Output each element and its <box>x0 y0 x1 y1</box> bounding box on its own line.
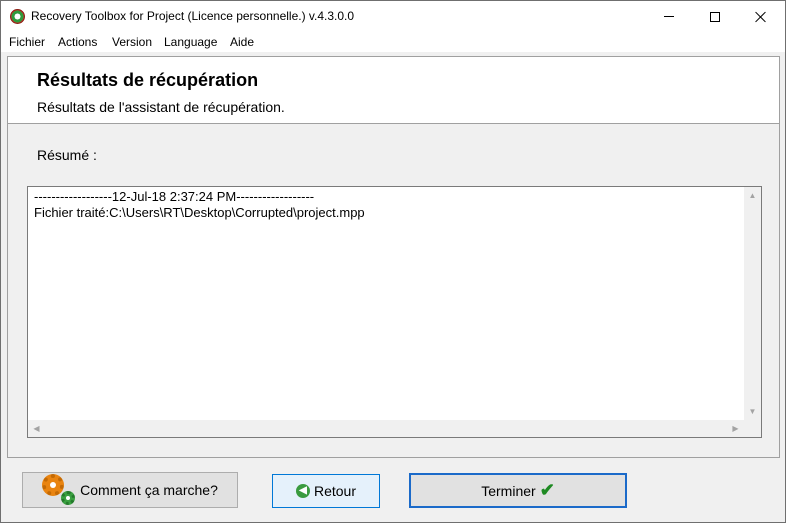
horizontal-scrollbar[interactable]: ◀ ▶ <box>28 420 744 437</box>
log-line: Fichier traité:C:\Users\RT\Desktop\Corru… <box>34 205 365 220</box>
app-window: Recovery Toolbox for Project (Licence pe… <box>0 0 786 523</box>
menu-actions[interactable]: Actions <box>58 35 97 49</box>
gear-icon <box>42 474 65 496</box>
title-bar[interactable]: Recovery Toolbox for Project (Licence pe… <box>1 1 785 32</box>
how-it-works-button[interactable]: Comment ça marche? <box>22 472 238 508</box>
back-button[interactable]: ◀ Retour <box>272 474 380 508</box>
log-line: ------------------12-Jul-18 2:37:24 PM--… <box>34 189 315 204</box>
menu-fichier[interactable]: Fichier <box>9 35 45 49</box>
scroll-left-icon[interactable]: ◀ <box>28 420 45 437</box>
scroll-down-icon[interactable]: ▼ <box>744 403 761 420</box>
checkmark-icon: ✔ <box>539 480 555 500</box>
menu-aide[interactable]: Aide <box>230 35 254 49</box>
menu-language[interactable]: Language <box>164 35 217 49</box>
back-label: Retour <box>313 483 357 499</box>
menu-version[interactable]: Version <box>112 35 152 49</box>
scrollbar-corner <box>744 420 761 437</box>
app-icon <box>10 9 25 24</box>
wizard-header: Résultats de récupération Résultats de l… <box>8 57 779 124</box>
minimize-icon <box>664 16 674 17</box>
menu-bar: Fichier Actions Version Language Aide <box>1 32 785 52</box>
page-title: Résultats de récupération <box>37 70 259 90</box>
scroll-right-icon[interactable]: ▶ <box>727 420 744 437</box>
gears-icon <box>42 474 76 506</box>
maximize-icon <box>710 11 720 22</box>
minimize-button[interactable] <box>646 1 692 32</box>
back-arrow-icon: ◀ <box>295 484 310 498</box>
summary-log-content: ------------------12-Jul-18 2:37:24 PM--… <box>34 189 365 221</box>
wizard-panel: Résultats de récupération Résultats de l… <box>7 56 780 458</box>
close-icon <box>755 11 767 23</box>
how-it-works-label: Comment ça marche? <box>80 482 218 498</box>
finish-button[interactable]: Terminer ✔ <box>409 473 627 508</box>
summary-log-textbox[interactable]: ------------------12-Jul-18 2:37:24 PM--… <box>27 186 762 438</box>
maximize-button[interactable] <box>692 1 738 32</box>
gear-icon <box>61 491 76 505</box>
vertical-scrollbar[interactable]: ▲ ▼ <box>744 187 761 420</box>
finish-label: Terminer <box>481 482 536 499</box>
close-button[interactable] <box>738 1 784 32</box>
page-subtitle: Résultats de l'assistant de récupération… <box>37 99 285 115</box>
scroll-up-icon[interactable]: ▲ <box>744 187 761 204</box>
summary-label: Résumé : <box>37 147 97 163</box>
window-title: Recovery Toolbox for Project (Licence pe… <box>31 9 355 23</box>
